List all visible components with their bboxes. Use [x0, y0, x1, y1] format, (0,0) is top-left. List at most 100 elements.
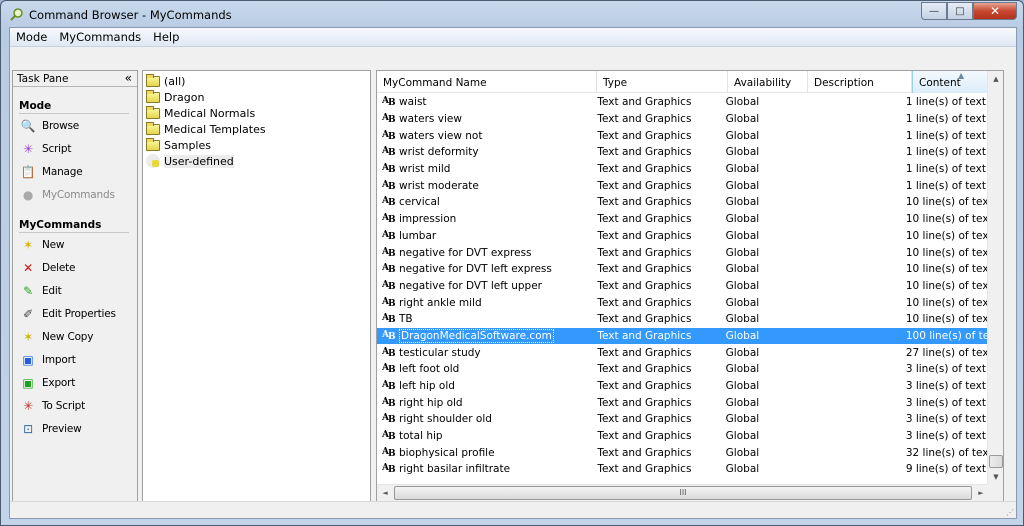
command-name: total hip	[399, 430, 443, 443]
minimize-button[interactable]: —	[921, 2, 947, 20]
column-header-availability[interactable]: Availability	[728, 71, 808, 93]
cell-availability: Global	[725, 396, 760, 409]
task-item-label: To Script	[42, 399, 86, 412]
task-delete[interactable]: ✕ Delete	[13, 256, 137, 279]
collapse-icon[interactable]: «	[125, 71, 132, 85]
scroll-down-icon[interactable]: ▼	[988, 469, 1003, 485]
scroll-corner	[987, 484, 1003, 501]
horizontal-scroll-thumb[interactable]: III	[394, 486, 972, 500]
text-and-graphics-icon: AB	[382, 463, 396, 476]
vertical-scroll-thumb[interactable]	[989, 455, 1003, 468]
cell-type: Text and Graphics	[597, 463, 692, 476]
table-row[interactable]: AB testicular study Text and Graphics Globa…	[377, 344, 989, 361]
tree-item[interactable]: (all)	[146, 73, 367, 89]
delete-icon: ✕	[23, 260, 33, 275]
task-item-label: Manage	[42, 165, 83, 178]
command-name: waters view not	[399, 129, 483, 142]
user-defined-icon	[146, 154, 160, 168]
column-header-content-label: Content	[919, 77, 961, 89]
preview-icon: ⊡	[23, 421, 33, 436]
menu-mycommands[interactable]: MyCommands	[53, 30, 147, 44]
task-manage[interactable]: 📋 Manage	[13, 160, 137, 183]
table-row[interactable]: AB right basilar infiltrate Text and Graph…	[377, 461, 989, 478]
scroll-left-icon[interactable]: ◄	[377, 485, 393, 501]
vertical-scrollbar[interactable]: ▲ ▼	[987, 71, 1003, 485]
task-import[interactable]: ▣ Import	[13, 348, 137, 371]
table-row[interactable]: AB left foot old Text and Graphics Global 3 …	[377, 361, 989, 378]
text-and-graphics-icon: AB	[382, 146, 396, 159]
task-preview[interactable]: ⊡ Preview	[13, 417, 137, 440]
task-new[interactable]: ✶ New	[13, 233, 137, 256]
table-row[interactable]: AB biophysical profile Text and Graphics Gl…	[377, 444, 989, 461]
table-row[interactable]: AB lumbar Text and Graphics Global 10 line(s…	[377, 228, 989, 245]
cell-content: 1 line(s) of text	[905, 129, 986, 142]
resize-grip-icon[interactable]: ⋰	[1006, 508, 1014, 517]
tree-item[interactable]: Dragon	[146, 89, 367, 105]
task-edit-properties[interactable]: ✐ Edit Properties	[13, 302, 137, 325]
table-row[interactable]: AB impression Text and Graphics Global 10 li…	[377, 211, 989, 228]
tree-item[interactable]: User-defined	[146, 153, 367, 169]
command-name: right ankle mild	[399, 296, 482, 309]
table-row[interactable]: AB DragonMedicalSoftware.com Text and Grap…	[377, 327, 989, 345]
cell-availability: Global	[725, 446, 760, 459]
cell-name: AB right hip old	[377, 397, 592, 409]
table-row[interactable]: AB wrist mild Text and Graphics Global 1 lin…	[377, 161, 989, 178]
text-and-graphics-icon: AB	[382, 163, 396, 176]
table-row[interactable]: AB TB Text and Graphics Global 10 line(s) of…	[377, 311, 989, 328]
commands-list: MyCommand Name Type Availability Descrip…	[376, 70, 1004, 502]
task-to-script[interactable]: ✳ To Script	[13, 394, 137, 417]
table-row[interactable]: AB waist Text and Graphics Global 1 line(s) …	[377, 94, 989, 111]
table-row[interactable]: AB cervical Text and Graphics Global 10 line…	[377, 194, 989, 211]
cell-availability: Global	[725, 346, 760, 359]
table-row[interactable]: AB right hip old Text and Graphics Global 3 …	[377, 394, 989, 411]
cell-content: 10 line(s) of text	[905, 229, 989, 242]
cell-name: AB negative for DVT express	[377, 247, 592, 259]
menu-help[interactable]: Help	[147, 30, 185, 44]
task-pane-header: Task Pane «	[13, 71, 137, 87]
status-bar: ⋰	[10, 501, 1016, 518]
task-new-copy[interactable]: ✶ New Copy	[13, 325, 137, 348]
cell-name: AB total hip	[377, 430, 592, 442]
column-header-name[interactable]: MyCommand Name	[377, 71, 597, 93]
table-row[interactable]: AB waters view Text and Graphics Global 1 li…	[377, 111, 989, 128]
tree-item[interactable]: Medical Normals	[146, 105, 367, 121]
task-edit[interactable]: ✎ Edit	[13, 279, 137, 302]
cell-content: 27 line(s) of text	[905, 346, 989, 359]
text-and-graphics-icon: AB	[382, 96, 396, 109]
task-script[interactable]: ✳ Script	[13, 137, 137, 160]
table-row[interactable]: AB wrist moderate Text and Graphics Global 1…	[377, 177, 989, 194]
tree-item[interactable]: Samples	[146, 137, 367, 153]
cell-availability: Global	[725, 313, 760, 326]
app-magnifier-icon	[10, 8, 23, 21]
table-row[interactable]: AB left hip old Text and Graphics Global 3 l…	[377, 378, 989, 395]
title-bar[interactable]: Command Browser - MyCommands — □ ✕	[1, 1, 1023, 27]
tree-item[interactable]: Medical Templates	[146, 121, 367, 137]
table-row[interactable]: AB negative for DVT left express Text and …	[377, 261, 989, 278]
table-row[interactable]: AB right shoulder old Text and Graphics Glo…	[377, 411, 989, 428]
task-browse[interactable]: 🔍 Browse	[13, 114, 137, 137]
column-header-description[interactable]: Description	[808, 71, 912, 93]
table-row[interactable]: AB wrist deformity Text and Graphics Global…	[377, 144, 989, 161]
table-row[interactable]: AB negative for DVT left upper Text and Gr…	[377, 278, 989, 295]
text-and-graphics-icon: AB	[382, 263, 396, 276]
horizontal-scrollbar[interactable]: ◄ III ►	[377, 484, 989, 501]
maximize-button[interactable]: □	[947, 2, 973, 20]
table-row[interactable]: AB waters view not Text and Graphics Global…	[377, 127, 989, 144]
scroll-up-icon[interactable]: ▲	[988, 71, 1003, 87]
table-row[interactable]: AB negative for DVT express Text and Graph…	[377, 244, 989, 261]
table-row[interactable]: AB total hip Text and Graphics Global 3 line…	[377, 428, 989, 445]
command-browser-window: Command Browser - MyCommands — □ ✕ Mode …	[0, 0, 1024, 526]
close-button[interactable]: ✕	[973, 2, 1017, 20]
text-and-graphics-icon: AB	[382, 213, 396, 226]
task-export[interactable]: ▣ Export	[13, 371, 137, 394]
cell-name: AB negative for DVT left express	[377, 263, 592, 275]
cell-content: 10 line(s) of text	[905, 196, 989, 209]
table-row[interactable]: AB right ankle mild Text and Graphics Globa…	[377, 294, 989, 311]
column-header-type[interactable]: Type	[597, 71, 728, 93]
cell-name: AB negative for DVT left upper	[377, 280, 592, 292]
menu-mode[interactable]: Mode	[10, 30, 53, 44]
command-name: waist	[399, 96, 427, 109]
task-pane-title: Task Pane	[17, 73, 69, 85]
cell-type: Text and Graphics	[597, 163, 692, 176]
cell-type: Text and Graphics	[597, 363, 692, 376]
